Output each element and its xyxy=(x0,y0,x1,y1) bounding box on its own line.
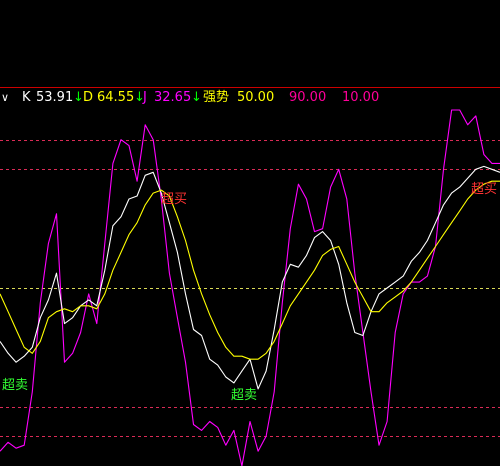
legend-strength-label: 强势 xyxy=(203,90,230,105)
legend-k-value: 53.91 xyxy=(36,90,74,105)
oversold-label-mid: 超卖 xyxy=(231,388,258,403)
legend-strength-value: 50.00 xyxy=(237,90,275,105)
legend-upper-value: 90.00 xyxy=(289,90,327,105)
legend-j-value: 32.65 xyxy=(154,90,192,105)
oversold-label-left: 超卖 xyxy=(2,378,29,393)
overbought-label-mid: 超买 xyxy=(161,192,188,207)
overbought-label-right: 超买 xyxy=(471,182,498,197)
legend-j-label: J xyxy=(143,90,147,105)
indicator-legend: ∨ K 53.91 ↓ D 64.55 ↓ J 32.65 ↓ 强势 50.00… xyxy=(0,88,500,108)
legend-k-label: K xyxy=(22,90,31,105)
legend-lower-value: 10.00 xyxy=(342,90,380,105)
series-line-d xyxy=(0,180,500,360)
legend-j-arrow-icon: ↓ xyxy=(191,90,202,105)
legend-marker-icon: ∨ xyxy=(1,91,10,104)
legend-d-label: D xyxy=(83,90,94,105)
legend-d-value: 64.55 xyxy=(97,90,135,105)
